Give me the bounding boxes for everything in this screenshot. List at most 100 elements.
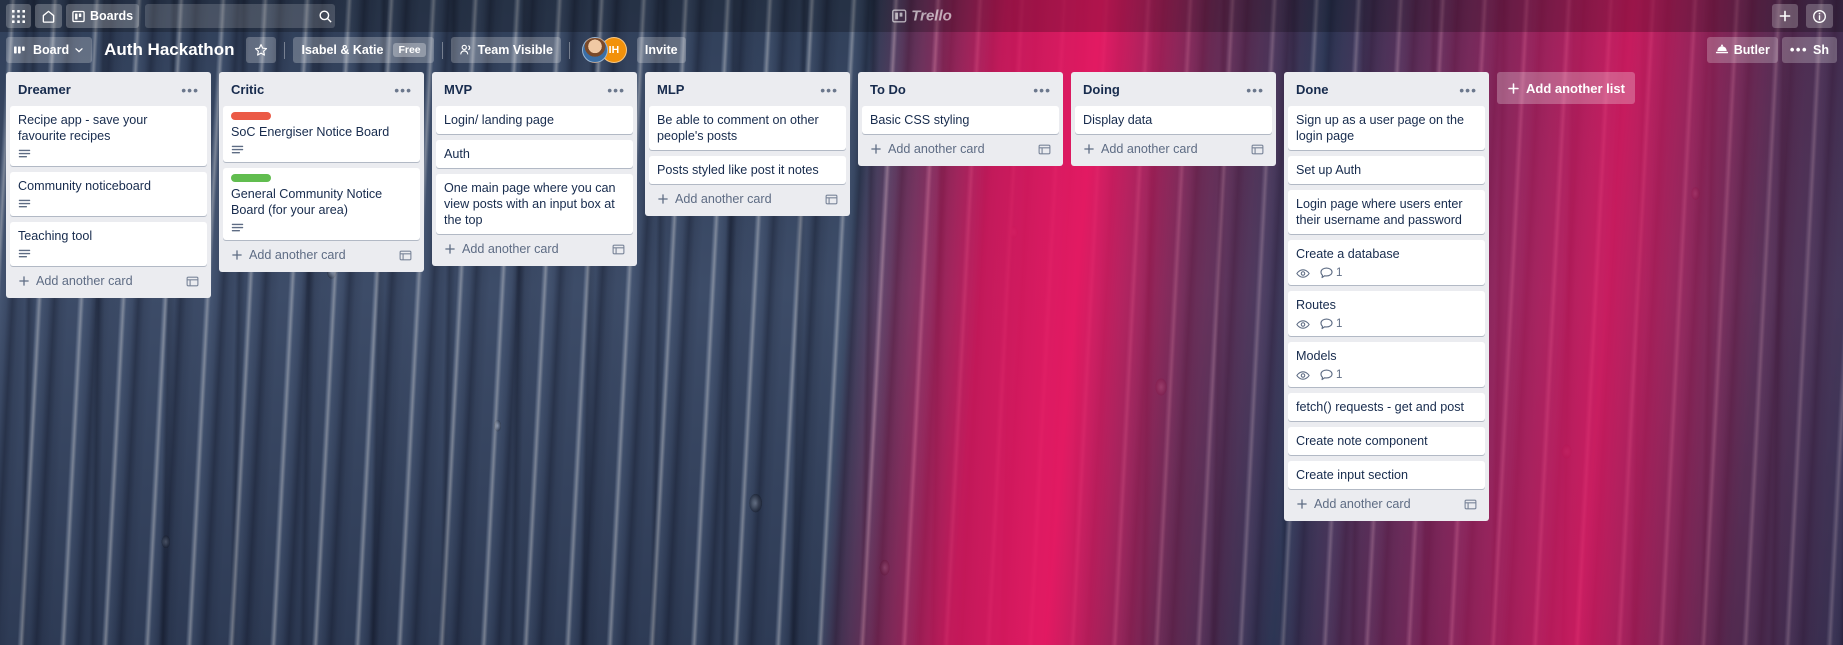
ellipsis-icon[interactable]: ••• <box>1242 83 1268 97</box>
butler-button[interactable]: Butler <box>1706 37 1778 63</box>
plus-icon <box>870 143 882 155</box>
info-button[interactable] <box>1806 4 1833 28</box>
team-button[interactable]: Isabel & Katie Free <box>293 37 434 63</box>
header-divider <box>568 41 570 59</box>
card[interactable]: Create input section <box>1288 461 1485 489</box>
star-board-button[interactable] <box>246 37 277 63</box>
search-icon[interactable] <box>316 4 335 28</box>
template-card-icon[interactable] <box>825 193 838 206</box>
ellipsis-icon[interactable]: ••• <box>1029 83 1055 97</box>
apps-switcher-button[interactable] <box>6 4 31 28</box>
card[interactable]: Basic CSS styling <box>862 106 1059 134</box>
card[interactable]: Community noticeboard <box>10 172 207 216</box>
card[interactable]: Login page where users enter their usern… <box>1288 190 1485 234</box>
eye-icon <box>1296 370 1310 381</box>
home-button[interactable] <box>35 4 62 28</box>
board-view-icon <box>14 44 28 56</box>
card-title: Posts styled like post it notes <box>657 163 819 177</box>
card[interactable]: Create a database 1 <box>1288 240 1485 285</box>
list-mvp: MVP ••• Login/ landing page Auth One main pa… <box>432 72 637 266</box>
create-button[interactable] <box>1772 4 1798 28</box>
list-title[interactable]: Doing <box>1083 81 1242 99</box>
card[interactable]: Recipe app - save your favourite recipes <box>10 106 207 166</box>
search-box[interactable] <box>145 4 336 28</box>
card[interactable]: General Community Notice Board (for your… <box>223 168 420 240</box>
board-canvas[interactable]: Dreamer ••• Recipe app - save your favouri… <box>0 68 1843 645</box>
board-header-bar: Board Auth Hackathon Isabel & Katie Free… <box>0 32 1843 68</box>
comment-badge: 1 <box>1320 318 1342 330</box>
add-another-card-button[interactable]: Add another card <box>1288 489 1485 517</box>
add-another-card-button[interactable]: Add another card <box>436 234 633 262</box>
add-another-card-button[interactable]: Add another card <box>10 266 207 294</box>
add-another-card-button[interactable]: Add another card <box>223 240 420 268</box>
ellipsis-icon[interactable]: ••• <box>390 83 416 97</box>
ellipsis-icon[interactable]: ••• <box>177 83 203 97</box>
card[interactable]: SoC Energiser Notice Board <box>223 106 420 162</box>
boards-button[interactable]: Boards <box>66 4 140 28</box>
board-view-switcher-button[interactable]: Board <box>6 37 93 63</box>
card-badges <box>18 149 199 160</box>
template-card-icon[interactable] <box>186 275 199 288</box>
card-list: Basic CSS styling <box>862 106 1059 134</box>
card[interactable]: Be able to comment on other people's pos… <box>649 106 846 150</box>
description-icon <box>231 223 244 234</box>
card-labels <box>231 174 412 182</box>
list-title[interactable]: MVP <box>444 81 603 99</box>
card[interactable]: fetch() requests - get and post <box>1288 393 1485 421</box>
card-badges <box>231 145 412 156</box>
ellipsis-icon[interactable]: ••• <box>603 83 629 97</box>
avatar[interactable] <box>581 37 608 63</box>
card[interactable]: Create note component <box>1288 427 1485 455</box>
template-card-icon[interactable] <box>1251 143 1264 156</box>
card[interactable]: Routes 1 <box>1288 291 1485 336</box>
template-card-icon[interactable] <box>1038 143 1051 156</box>
card-list: SoC Energiser Notice Board General Commu… <box>223 106 420 240</box>
card[interactable]: Teaching tool <box>10 222 207 266</box>
card-list: Be able to comment on other people's pos… <box>649 106 846 184</box>
card-list: Sign up as a user page on the login page… <box>1288 106 1485 489</box>
add-another-card-label: Add another card <box>1101 142 1198 156</box>
card-label-chip[interactable] <box>231 174 271 182</box>
card[interactable]: Login/ landing page <box>436 106 633 134</box>
list-title[interactable]: Critic <box>231 81 390 99</box>
list-critic: Critic ••• SoC Energiser Notice Board Gene… <box>219 72 424 272</box>
list-header: Critic ••• <box>223 72 420 106</box>
card[interactable]: Auth <box>436 140 633 168</box>
template-card-icon[interactable] <box>612 243 625 256</box>
card[interactable]: Display data <box>1075 106 1272 134</box>
card[interactable]: One main page where you can view posts w… <box>436 174 633 234</box>
ellipsis-icon[interactable]: ••• <box>816 83 842 97</box>
ellipsis-icon[interactable]: ••• <box>1455 83 1481 97</box>
show-menu-button[interactable]: ••• Sh <box>1781 37 1837 63</box>
template-card-icon[interactable] <box>399 249 412 262</box>
comment-count: 1 <box>1336 267 1343 279</box>
plus-icon <box>1083 143 1095 155</box>
add-another-card-button[interactable]: Add another card <box>862 134 1059 162</box>
template-card-icon[interactable] <box>1464 498 1477 511</box>
card-labels <box>231 112 412 120</box>
list-header: Doing ••• <box>1075 72 1272 106</box>
invite-button[interactable]: Invite <box>636 37 686 63</box>
card-label-chip[interactable] <box>231 112 271 120</box>
board-visibility-button[interactable]: Team Visible <box>450 37 561 63</box>
card-badges <box>231 223 412 234</box>
search-input[interactable] <box>145 4 317 28</box>
add-another-list-button[interactable]: Add another list <box>1497 72 1635 104</box>
list-mlp: MLP ••• Be able to comment on other people… <box>645 72 850 216</box>
add-another-card-button[interactable]: Add another card <box>649 184 846 212</box>
card-title: Auth <box>444 147 470 161</box>
list-title[interactable]: Done <box>1296 81 1455 99</box>
list-title[interactable]: MLP <box>657 81 816 99</box>
header-divider <box>441 41 443 59</box>
list-title[interactable]: Dreamer <box>18 81 177 99</box>
card-title: Recipe app - save your favourite recipes <box>18 113 148 143</box>
comment-badge: 1 <box>1320 369 1342 381</box>
card[interactable]: Posts styled like post it notes <box>649 156 846 184</box>
add-another-card-button[interactable]: Add another card <box>1075 134 1272 162</box>
card[interactable]: Sign up as a user page on the login page <box>1288 106 1485 150</box>
card[interactable]: Set up Auth <box>1288 156 1485 184</box>
list-title[interactable]: To Do <box>870 81 1029 99</box>
eye-icon <box>1296 319 1310 330</box>
card[interactable]: Models 1 <box>1288 342 1485 387</box>
top-bar-right-actions <box>1772 4 1837 28</box>
